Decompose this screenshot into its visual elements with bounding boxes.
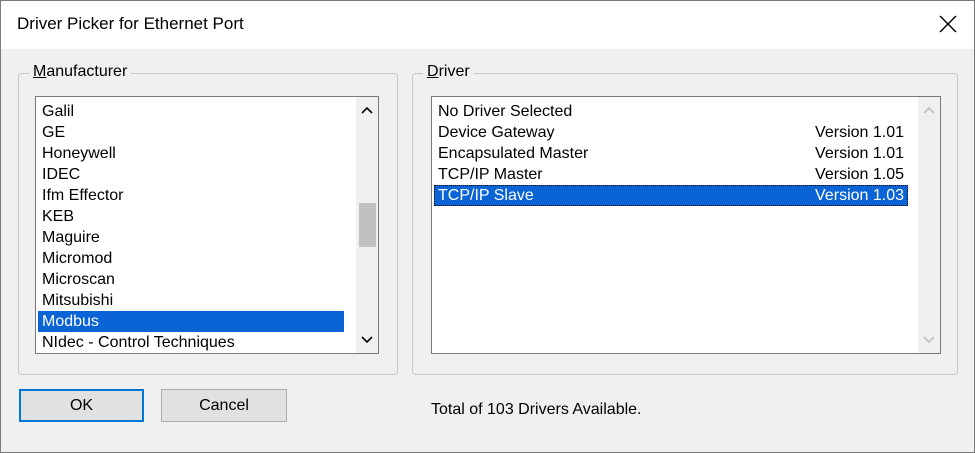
chevron-down-icon	[361, 336, 373, 344]
driver-group-label: Driver	[423, 63, 474, 81]
driver-item[interactable]: TCP/IP Master Version 1.05	[434, 164, 908, 185]
driver-label-accel: D	[427, 63, 439, 80]
manufacturer-item[interactable]: Micromod	[38, 248, 344, 269]
scroll-up-button[interactable]	[356, 99, 378, 121]
window-title: Driver Picker for Ethernet Port	[17, 14, 244, 33]
manufacturer-item[interactable]: Modbus	[38, 311, 344, 332]
driver-scroll-up-button[interactable]	[918, 99, 940, 121]
manufacturer-item[interactable]: NIdec - Control Techniques	[38, 332, 344, 353]
driver-scroll-down-button[interactable]	[918, 329, 940, 351]
manufacturer-label-accel: M	[33, 63, 47, 80]
manufacturer-item[interactable]: GE	[38, 122, 344, 143]
scroll-thumb[interactable]	[359, 203, 376, 247]
driver-name: No Driver Selected	[438, 103, 573, 120]
driver-item[interactable]: TCP/IP Slave Version 1.03	[434, 185, 908, 206]
close-button[interactable]	[930, 7, 966, 41]
chevron-up-icon	[361, 106, 373, 114]
manufacturer-list[interactable]: Galil GE Honeywell IDEC Ifm Effector KEB Magui…	[35, 96, 379, 354]
driver-version: Version 1.03	[815, 187, 904, 204]
manufacturer-label-rest: anufacturer	[46, 63, 128, 80]
manufacturer-item[interactable]: KEB	[38, 206, 344, 227]
manufacturer-item[interactable]: Maguire	[38, 227, 344, 248]
driver-group: Driver No Driver Selected Device Gateway V…	[412, 63, 958, 375]
manufacturer-group: Manufacturer Galil GE Honeywell IDEC Ifm Eff…	[18, 63, 398, 375]
close-icon	[939, 15, 957, 33]
manufacturer-item[interactable]: Ifm Effector	[38, 185, 344, 206]
title-bar: Driver Picker for Ethernet Port	[1, 1, 974, 49]
manufacturer-item[interactable]: IDEC	[38, 164, 344, 185]
driver-version: Version 1.05	[815, 166, 904, 183]
driver-version: Version 1.01	[815, 145, 904, 162]
chevron-down-icon	[923, 336, 935, 344]
driver-scrollbar[interactable]	[918, 97, 940, 353]
manufacturer-item[interactable]: Mitsubishi	[38, 290, 344, 311]
driver-item[interactable]: No Driver Selected	[434, 101, 908, 122]
manufacturer-item[interactable]: Honeywell	[38, 143, 344, 164]
manufacturer-group-label: Manufacturer	[29, 63, 132, 81]
driver-name: TCP/IP Master	[438, 166, 543, 183]
driver-version: Version 1.01	[815, 124, 904, 141]
chevron-up-icon	[923, 106, 935, 114]
manufacturer-item[interactable]: Microscan	[38, 269, 344, 290]
cancel-button[interactable]: Cancel	[161, 389, 287, 422]
scroll-down-button[interactable]	[356, 329, 378, 351]
driver-name: Encapsulated Master	[438, 145, 589, 162]
driver-label-rest: river	[438, 63, 470, 80]
ok-button[interactable]: OK	[19, 389, 144, 422]
status-text: Total of 103 Drivers Available.	[431, 401, 642, 418]
driver-name: TCP/IP Slave	[438, 187, 534, 204]
driver-name: Device Gateway	[438, 124, 555, 141]
driver-item[interactable]: Device Gateway Version 1.01	[434, 122, 908, 143]
manufacturer-scrollbar[interactable]	[356, 97, 378, 353]
driver-list[interactable]: No Driver Selected Device Gateway Version …	[431, 96, 941, 354]
manufacturer-item[interactable]: Galil	[38, 101, 344, 122]
driver-picker-dialog: Driver Picker for Ethernet Port Manufact…	[0, 0, 975, 453]
driver-item[interactable]: Encapsulated Master Version 1.01	[434, 143, 908, 164]
